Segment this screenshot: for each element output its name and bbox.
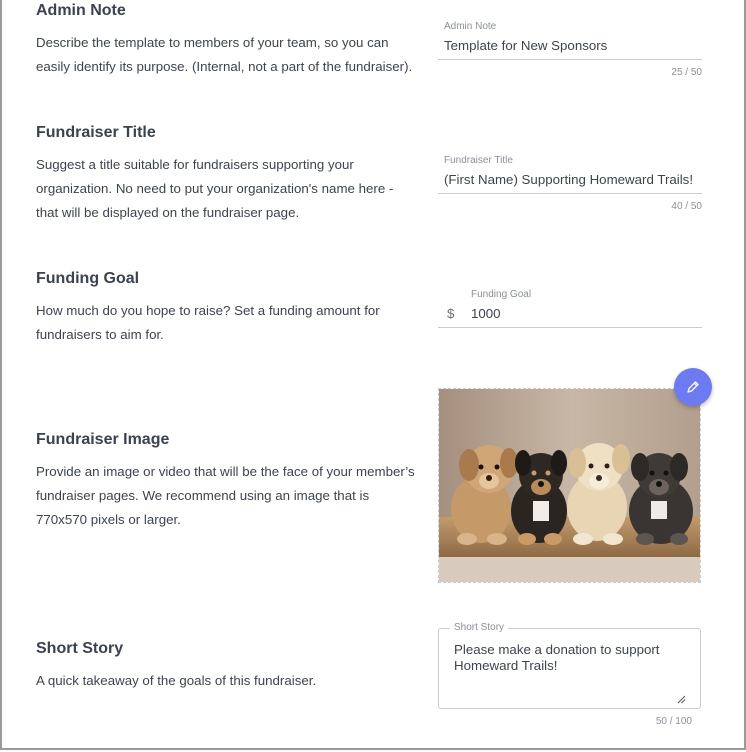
admin-note-underline [438,59,702,60]
fundraiser-title-heading: Fundraiser Title [36,124,156,141]
fundraiser-title-underline [438,193,702,194]
admin-note-input[interactable]: Template for New Sponsors [444,38,607,53]
fundraiser-image[interactable] [438,388,701,583]
fundraiser-title-field-label: Fundraiser Title [444,155,513,166]
short-story-heading: Short Story [36,640,124,657]
admin-note-counter: 25 / 50 [671,67,702,78]
admin-note-heading: Admin Note [36,2,126,19]
short-story-text[interactable]: Please make a donation to support Homewa… [454,642,684,674]
resize-handle-icon[interactable] [676,694,686,704]
fundraiser-title-input[interactable]: (First Name) Supporting Homeward Trails! [444,172,693,187]
currency-symbol: $ [447,306,455,321]
fundraiser-image-heading: Fundraiser Image [36,431,170,448]
edit-image-button[interactable] [674,368,712,406]
short-story-counter: 50 / 100 [655,716,692,727]
admin-note-description: Describe the template to members of your… [36,35,413,74]
fundraiser-image-description: Provide an image or video that will be t… [36,464,415,527]
funding-goal-description: How much do you hope to raise? Set a fun… [36,303,380,342]
funding-goal-underline [438,327,702,328]
fundraiser-title-counter: 40 / 50 [671,201,702,212]
admin-note-field-label: Admin Note [444,21,497,32]
funding-goal-heading: Funding Goal [36,270,140,287]
funding-goal-field-label: Funding Goal [471,289,532,300]
short-story-field-label: Short Story [450,622,509,633]
pencil-icon [687,381,699,393]
short-story-description: A quick takeaway of the goals of this fu… [36,673,317,688]
funding-goal-input[interactable]: 1000 [471,306,501,321]
fundraiser-title-description: Suggest a title suitable for fundraisers… [36,157,394,220]
puppies-photo [439,389,700,582]
